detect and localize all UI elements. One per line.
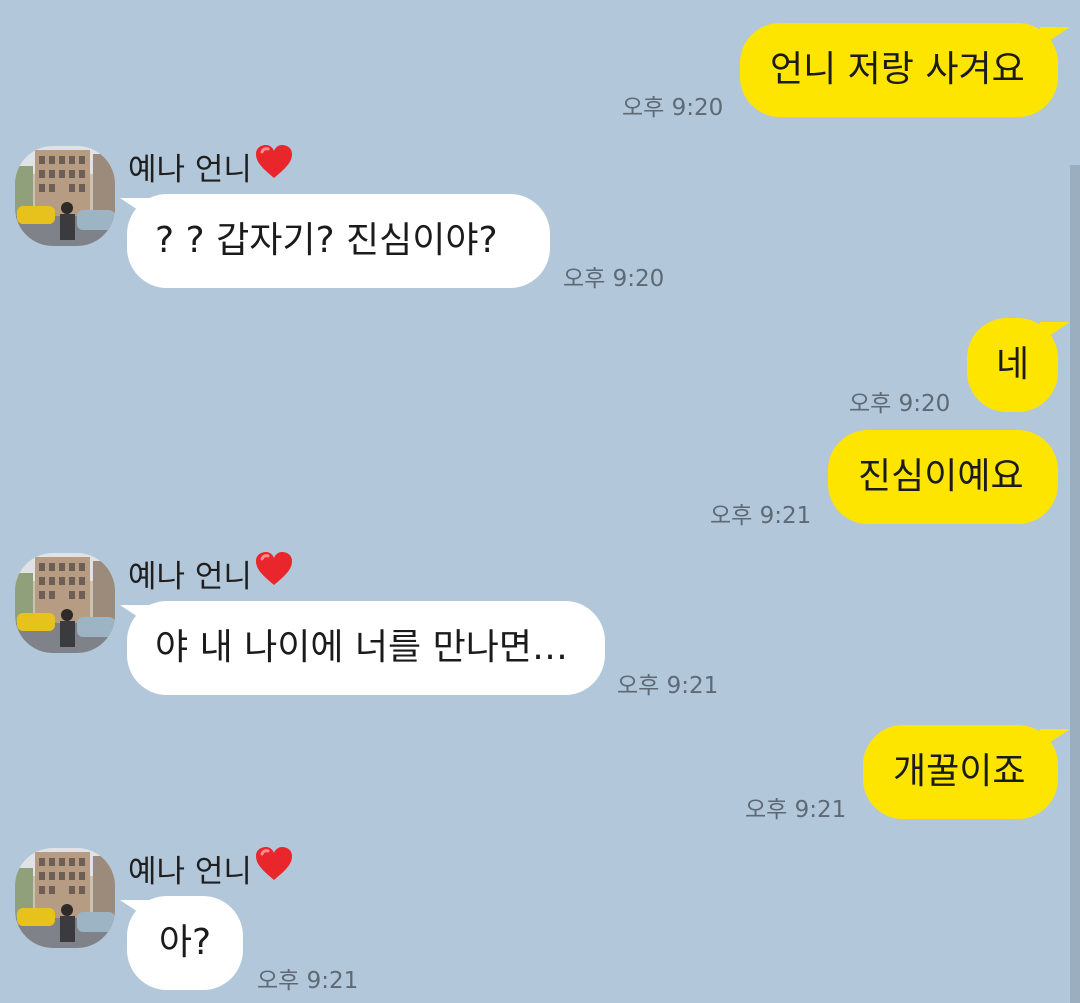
message-text: 네 bbox=[995, 344, 1030, 385]
avatar-photo bbox=[15, 848, 115, 948]
chat-room[interactable]: 언니 저랑 사겨요 오후 9:20 예나 언니 ? ? 갑자기? 진심이야? 오… bbox=[0, 0, 1080, 1003]
bubble-tail bbox=[120, 605, 150, 625]
message-text: 언니 저랑 사겨요 bbox=[770, 49, 1025, 90]
message-time: 오후 9:21 bbox=[257, 968, 359, 994]
sender-name-text: 예나 언니 bbox=[128, 558, 252, 595]
message-text: 야 내 나이에 너를 만나면… bbox=[155, 627, 568, 668]
bubble-tail bbox=[1040, 27, 1070, 47]
my-message-bubble[interactable]: 언니 저랑 사겨요 bbox=[740, 23, 1058, 117]
message-text: 아? bbox=[158, 922, 212, 963]
contact-avatar[interactable] bbox=[15, 146, 115, 246]
message-text: ? ? 갑자기? 진심이야? bbox=[155, 220, 498, 261]
message-time: 오후 9:20 bbox=[622, 95, 724, 121]
sender-name: 예나 언니 bbox=[128, 551, 294, 595]
my-message-bubble[interactable]: 진심이예요 bbox=[828, 430, 1058, 524]
my-message-bubble[interactable]: 개꿀이죠 bbox=[863, 725, 1058, 819]
sender-name: 예나 언니 bbox=[128, 144, 294, 188]
sender-name: 예나 언니 bbox=[128, 846, 294, 890]
heart-icon bbox=[254, 551, 294, 595]
message-text: 진심이예요 bbox=[858, 456, 1024, 497]
contact-avatar[interactable] bbox=[15, 848, 115, 948]
avatar-photo bbox=[15, 146, 115, 246]
scrollbar[interactable] bbox=[1070, 165, 1080, 1003]
their-message-bubble[interactable]: 야 내 나이에 너를 만나면… bbox=[127, 601, 605, 695]
avatar-photo bbox=[15, 553, 115, 653]
bubble-tail bbox=[120, 900, 150, 920]
message-text: 개꿀이죠 bbox=[893, 751, 1026, 792]
message-time: 오후 9:21 bbox=[617, 673, 719, 699]
sender-name-text: 예나 언니 bbox=[128, 151, 252, 188]
their-message-bubble[interactable]: ? ? 갑자기? 진심이야? bbox=[127, 194, 550, 288]
message-time: 오후 9:21 bbox=[710, 503, 812, 529]
message-time: 오후 9:20 bbox=[563, 266, 665, 292]
message-time: 오후 9:21 bbox=[745, 797, 847, 823]
message-time: 오후 9:20 bbox=[849, 391, 951, 417]
heart-icon bbox=[254, 846, 294, 890]
bubble-tail bbox=[120, 198, 150, 218]
heart-icon bbox=[254, 144, 294, 188]
bubble-tail bbox=[1040, 729, 1070, 749]
contact-avatar[interactable] bbox=[15, 553, 115, 653]
sender-name-text: 예나 언니 bbox=[128, 853, 252, 890]
bubble-tail bbox=[1040, 322, 1070, 342]
